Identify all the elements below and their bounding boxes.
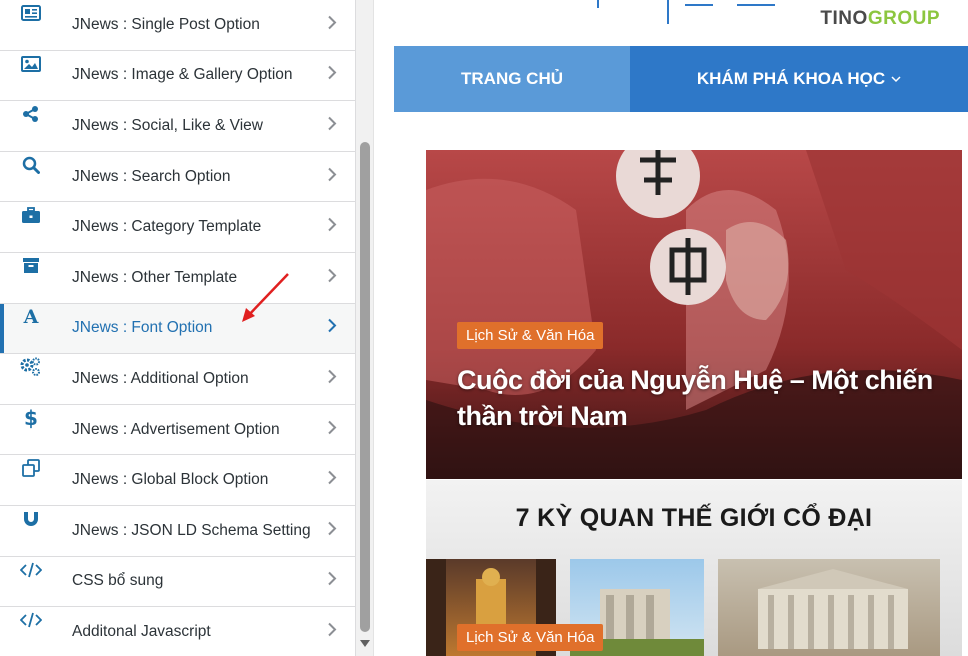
nav-explore[interactable]: KHÁM PHÁ KHOA HỌC xyxy=(630,46,968,112)
chevron-right-icon xyxy=(327,368,337,389)
clone-icon xyxy=(20,457,42,479)
chevron-right-icon xyxy=(327,65,337,86)
hero-title[interactable]: Cuộc đời của Nguyễn Huệ – Một chiến thần… xyxy=(457,362,937,434)
share-icon xyxy=(20,103,42,125)
annotation-arrow-icon xyxy=(242,273,289,322)
chevron-right-icon xyxy=(327,621,337,642)
code-icon xyxy=(20,609,42,631)
menu-item-json-ld[interactable]: JNews : JSON LD Schema Setting xyxy=(0,506,355,557)
menu-item-label: JNews : Advertisement Option xyxy=(72,420,280,438)
menu-item-label: JNews : JSON LD Schema Setting xyxy=(72,521,311,539)
site-logo-fragment xyxy=(597,0,775,24)
briefcase-icon xyxy=(20,204,42,226)
customizer-panel: JNews : Single Post Option JNews : Image… xyxy=(0,0,356,656)
chevron-right-icon xyxy=(327,166,337,187)
code-icon xyxy=(20,559,42,581)
thumbnail-colonnade xyxy=(718,559,940,656)
chevron-right-icon xyxy=(327,115,337,136)
menu-item-label: JNews : Social, Like & View xyxy=(72,116,263,134)
second-post-title[interactable]: 7 KỲ QUAN THẾ GIỚI CỔ ĐẠI xyxy=(426,504,962,533)
chevron-right-icon xyxy=(327,14,337,35)
tinogroup-logo: TINOGROUP xyxy=(820,8,940,30)
scroll-down-icon[interactable] xyxy=(360,640,370,647)
site-nav: TRANG CHỦ KHÁM PHÁ KHOA HỌC xyxy=(394,46,968,112)
brand-part-2: GROUP xyxy=(867,8,940,29)
menu-item-css[interactable]: CSS bổ sung xyxy=(0,557,355,608)
menu-item-label: Additonal Javascript xyxy=(72,622,211,640)
font-icon: A xyxy=(23,305,39,328)
menu-item-label: JNews : Search Option xyxy=(72,167,231,185)
dollar-icon: $ xyxy=(24,405,38,430)
chevron-right-icon xyxy=(327,419,337,440)
magnet-icon xyxy=(20,508,42,530)
chevron-right-icon xyxy=(327,520,337,541)
menu-item-image-gallery[interactable]: JNews : Image & Gallery Option xyxy=(0,51,355,102)
menu-item-label: JNews : Font Option xyxy=(72,319,213,337)
scrollbar-thumb[interactable] xyxy=(360,142,370,632)
chevron-right-icon xyxy=(327,470,337,491)
chevron-right-icon xyxy=(327,571,337,592)
menu-item-label: JNews : Additional Option xyxy=(72,369,249,387)
chevron-right-icon xyxy=(327,217,337,238)
search-icon xyxy=(20,154,42,176)
chevron-right-icon xyxy=(327,267,337,288)
gears-icon xyxy=(20,356,42,378)
menu-item-label: JNews : Image & Gallery Option xyxy=(72,66,293,84)
menu-item-label: JNews : Category Template xyxy=(72,218,262,236)
category-badge[interactable]: Lịch Sử & Văn Hóa xyxy=(457,624,604,651)
hero-post[interactable]: Lịch Sử & Văn Hóa Cuộc đời của Nguyễn Hu… xyxy=(426,150,962,479)
menu-item-font-option[interactable]: A JNews : Font Option xyxy=(0,303,355,355)
archive-icon xyxy=(20,255,42,277)
category-badge[interactable]: Lịch Sử & Văn Hóa xyxy=(457,322,604,349)
menu-item-label: JNews : Other Template xyxy=(72,268,238,286)
menu-item-social[interactable]: JNews : Social, Like & View xyxy=(0,101,355,152)
brand-part-1: TINO xyxy=(820,8,868,29)
menu-item-label: CSS bổ sung xyxy=(72,572,164,590)
chevron-down-icon xyxy=(891,75,901,82)
menu-item-label: JNews : Global Block Option xyxy=(72,471,269,489)
screen: JNews : Single Post Option JNews : Image… xyxy=(0,0,968,656)
menu-item-javascript[interactable]: Additonal Javascript xyxy=(0,607,355,656)
menu-item-single-post[interactable]: JNews : Single Post Option xyxy=(0,0,355,51)
image-icon xyxy=(20,53,42,75)
second-post[interactable]: 7 KỲ QUAN THẾ GIỚI CỔ ĐẠI Lịch Sử & Văn … xyxy=(426,480,962,656)
menu-item-search[interactable]: JNews : Search Option xyxy=(0,152,355,203)
single-post-icon xyxy=(20,2,42,24)
nav-home[interactable]: TRANG CHỦ xyxy=(394,46,630,112)
chevron-right-icon xyxy=(327,318,337,339)
menu-item-advertisement[interactable]: $ JNews : Advertisement Option xyxy=(0,405,355,456)
site-preview: TINOGROUP TRANG CHỦ KHÁM PHÁ KHOA HỌC Lị… xyxy=(375,0,968,656)
nav-explore-label: KHÁM PHÁ KHOA HỌC xyxy=(696,69,886,88)
menu-item-category-template[interactable]: JNews : Category Template xyxy=(0,202,355,253)
menu-item-label: JNews : Single Post Option xyxy=(72,15,260,33)
menu-item-other-template[interactable]: JNews : Other Template xyxy=(0,253,355,304)
menu-item-additional[interactable]: JNews : Additional Option xyxy=(0,354,355,405)
menu-item-global-block[interactable]: JNews : Global Block Option xyxy=(0,455,355,506)
